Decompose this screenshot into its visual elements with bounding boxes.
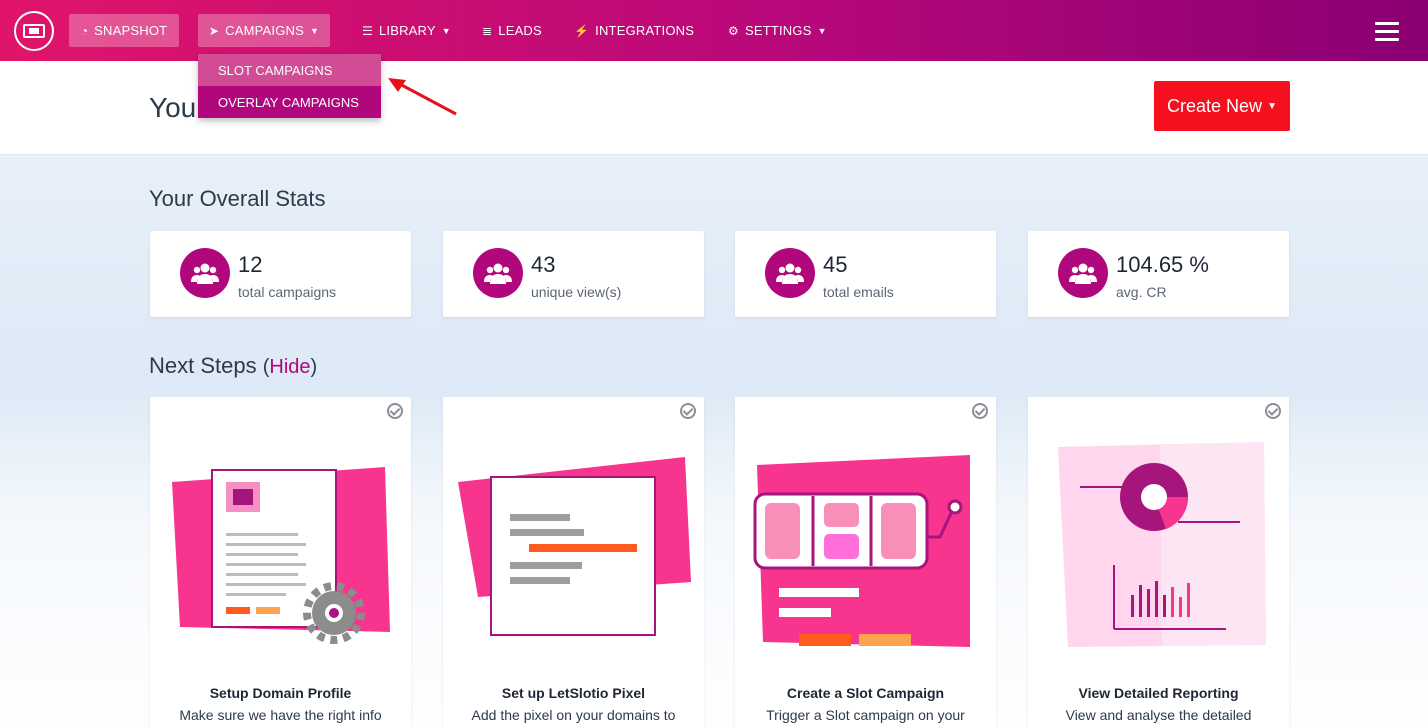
next-steps-label: Next Steps [149,353,257,378]
users-icon [473,248,523,298]
library-icon: ☰ [362,23,373,38]
logo-icon [23,24,45,38]
annotation-arrow-icon [388,78,457,116]
list-icon: ≣ [482,23,493,38]
nav-campaigns-label: CAMPAIGNS [225,23,305,38]
stats-title: Your Overall Stats [149,186,326,211]
stat-label: avg. CR [1116,284,1167,300]
stat-value: 12 [238,252,263,277]
nav-library[interactable]: ☰ LIBRARY ▼ [350,14,463,47]
stat-card: 43 unique view(s) [443,231,704,317]
nav-settings[interactable]: ⚙ SETTINGS ▼ [716,14,839,47]
stat-label: total emails [823,284,894,300]
reporting-illustration [1058,442,1266,647]
step-title: View Detailed Reporting [1078,685,1239,701]
step-description: Add the pixel on your domains to [471,707,676,723]
check-circle-icon[interactable] [1265,403,1281,419]
logo[interactable] [14,11,54,51]
step-card-reporting: View Detailed Reporting View and analyse… [1028,397,1289,728]
check-circle-icon[interactable] [972,403,988,419]
chevron-down-icon: ▼ [817,25,827,36]
check-circle-icon[interactable] [387,403,403,419]
users-icon [180,248,230,298]
users-icon [1058,248,1108,298]
nav-campaigns[interactable]: ➤ CAMPAIGNS ▼ [198,14,330,47]
slot-machine-illustration [753,455,970,647]
stat-label: total campaigns [238,284,337,300]
users-icon [765,248,815,298]
step-card-slot-campaign: Create a Slot Campaign Trigger a Slot ca… [735,397,996,728]
step-description: Trigger a Slot campaign on your [766,707,965,723]
paper-plane-icon: ➤ [208,23,220,38]
hamburger-menu-icon[interactable] [1375,22,1399,42]
stat-value: 104.65 % [1116,252,1209,277]
next-steps-title: Next Steps (Hide) [149,353,318,378]
domain-profile-illustration [172,467,390,644]
hide-link[interactable]: Hide [269,356,310,378]
plug-icon: ⚡ [574,23,590,38]
stat-card: 45 total emails [735,231,996,317]
nav-integrations-label: INTEGRATIONS [595,23,695,38]
chevron-down-icon: ▼ [310,25,320,36]
dropdown-item-overlay-campaigns[interactable]: OVERLAY CAMPAIGNS [198,86,381,118]
create-new-label: Create New [1167,95,1263,116]
chevron-down-icon: ▼ [441,25,451,36]
nav-snapshot[interactable]: ◔ SNAPSHOT [69,14,179,47]
gears-icon: ⚙ [728,23,739,38]
nav-library-label: LIBRARY [378,23,436,38]
nav-settings-label: SETTINGS [744,23,812,38]
step-description: View and analyse the detailed [1065,707,1252,723]
campaigns-dropdown: SLOT CAMPAIGNS OVERLAY CAMPAIGNS [198,54,381,118]
nav-integrations[interactable]: ⚡ INTEGRATIONS [562,14,706,47]
check-circle-icon[interactable] [680,403,696,419]
page-title: You [149,92,197,123]
top-nav: ◔ SNAPSHOT ➤ CAMPAIGNS ▼ ☰ LIBRARY ▼ ≣ L… [0,0,1428,61]
step-title: Create a Slot Campaign [786,685,945,701]
stat-value: 43 [531,252,556,277]
nav-leads-label: LEADS [498,23,542,38]
stat-card: 12 total campaigns [150,231,411,317]
step-description: Make sure we have the right info [179,707,382,723]
dropdown-item-slot-campaigns[interactable]: SLOT CAMPAIGNS [198,54,381,86]
step-title: Set up LetSlotio Pixel [501,685,646,701]
stat-label: unique view(s) [531,284,622,300]
step-title: Setup Domain Profile [209,685,352,701]
nav-snapshot-label: SNAPSHOT [94,23,168,38]
nav-leads[interactable]: ≣ LEADS [470,14,554,47]
pixel-code-illustration [458,457,691,636]
step-card-domain-profile: Setup Domain Profile Make sure we have t… [150,397,411,728]
step-card-pixel: Set up LetSlotio Pixel Add the pixel on … [443,397,704,728]
stat-value: 45 [823,252,848,277]
chevron-down-icon: ▼ [1267,100,1277,112]
dashboard-icon: ◔ [80,23,89,38]
stat-card: 104.65 % avg. CR [1028,231,1289,317]
create-new-button[interactable]: Create New ▼ [1154,81,1290,131]
